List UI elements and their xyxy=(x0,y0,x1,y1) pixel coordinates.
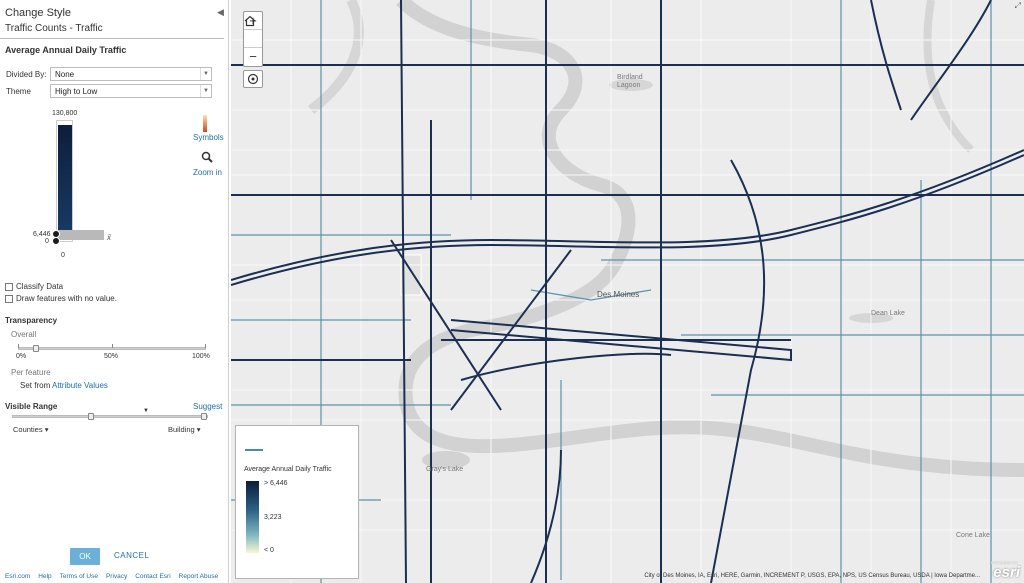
visible-range-min-select[interactable]: Counties ▾ xyxy=(13,425,48,434)
footer-links: Esri.com Help Terms of Use Privacy Contact E… xyxy=(5,573,226,580)
slider-tick xyxy=(18,344,19,348)
map-attribution: City of Des Moines, IA, Esri, HERE, Garm… xyxy=(644,573,980,579)
home-button[interactable] xyxy=(244,15,262,48)
map-label-birdland-lagoon: Birdland Lagoon xyxy=(617,74,643,89)
magnifier-icon[interactable] xyxy=(201,151,213,163)
map-label-cone-lake: Cone Lake xyxy=(956,532,990,539)
change-style-panel: Change Style Traffic Counts - Traffic ◀ … xyxy=(0,0,229,583)
classify-checkbox[interactable] xyxy=(5,282,13,291)
no-value-label: Draw features with no value. xyxy=(16,294,117,303)
footer-link-privacy[interactable]: Privacy xyxy=(106,573,127,580)
theme-select[interactable]: High to Low ▼ xyxy=(50,84,212,98)
per-feature-label: Per feature xyxy=(11,368,51,377)
visible-range-min-handle[interactable] xyxy=(88,413,94,420)
map-label-des-moines: Des Moines xyxy=(597,290,640,299)
histogram-bottom-label: 0 xyxy=(61,252,65,259)
histogram-color-ramp xyxy=(58,125,72,234)
tick-100: 100% xyxy=(192,353,210,360)
legend-line-symbol xyxy=(245,449,263,451)
footer-link-contact[interactable]: Contact Esri xyxy=(135,573,170,580)
no-value-option[interactable]: Draw features with no value. xyxy=(5,294,117,303)
set-from-row: Set from Attribute Values xyxy=(20,381,108,390)
chevron-down-icon: ▼ xyxy=(200,68,211,80)
overall-label: Overall xyxy=(11,330,37,339)
current-scale-marker-icon: ▼ xyxy=(143,408,149,414)
footer-link-report[interactable]: Report Abuse xyxy=(179,573,218,580)
symbol-ramp-swatch[interactable] xyxy=(203,115,207,132)
tick-50: 50% xyxy=(104,353,119,360)
zoom-in-link[interactable]: Zoom in xyxy=(193,168,222,177)
ok-button[interactable]: OK xyxy=(70,548,100,565)
suggest-link[interactable]: Suggest xyxy=(193,402,222,411)
symbols-link[interactable]: Symbols xyxy=(193,133,224,142)
zoom-out-button[interactable]: − xyxy=(244,48,262,66)
map-legend: Average Annual Daily Traffic > 6,446 3,2… xyxy=(235,425,359,579)
histogram-lower-handle[interactable] xyxy=(52,237,60,245)
map-view[interactable]: Birdland Lagoon Des Moines Dean Lake Gra… xyxy=(231,0,1024,583)
locate-icon xyxy=(247,73,259,85)
legend-mid-value: 3,223 xyxy=(264,514,282,521)
histogram-average-bar xyxy=(56,230,104,240)
footer-link-esri[interactable]: Esri.com xyxy=(5,573,30,580)
river xyxy=(307,0,364,114)
map-label-grays-lake: Gray's Lake xyxy=(426,466,464,473)
slider-tick xyxy=(112,344,113,348)
zoom-control: + − xyxy=(243,11,263,67)
slider-tick xyxy=(205,344,206,348)
chevron-down-icon: ▾ xyxy=(196,425,201,434)
footer-link-help[interactable]: Help xyxy=(38,573,51,580)
visible-range-max-handle[interactable] xyxy=(201,413,207,420)
classify-data-option[interactable]: Classify Data xyxy=(5,282,63,291)
histogram-handle-label: 6,446 xyxy=(33,231,51,238)
divider xyxy=(0,38,224,39)
classify-label: Classify Data xyxy=(16,282,64,291)
no-value-checkbox[interactable] xyxy=(5,294,13,303)
expand-icon[interactable]: ⤢ xyxy=(1015,1,1021,11)
legend-low-value: < 0 xyxy=(264,547,274,554)
esri-logo[interactable]: esri xyxy=(993,564,1020,581)
tick-0: 0% xyxy=(16,353,27,360)
legend-high-value: > 6,446 xyxy=(264,480,288,487)
divided-by-label: Divided By: xyxy=(6,70,47,79)
visible-range-slider-track[interactable] xyxy=(12,415,208,418)
visible-range-max-select[interactable]: Building ▾ xyxy=(168,425,201,434)
legend-title: Average Annual Daily Traffic xyxy=(244,466,332,473)
chevron-left-icon[interactable]: ◀ xyxy=(217,7,224,18)
chevron-down-icon: ▼ xyxy=(200,85,211,97)
attribute-values-link[interactable]: Attribute Values xyxy=(52,381,108,390)
histogram-min-label: 0 xyxy=(45,238,49,245)
river xyxy=(923,0,974,153)
locate-button[interactable] xyxy=(243,70,263,88)
layer-name: Traffic Counts - Traffic xyxy=(5,23,103,34)
legend-color-ramp xyxy=(246,481,259,553)
histogram-max-label: 130,800 xyxy=(52,110,78,117)
min-scale-value: Counties xyxy=(13,425,43,434)
max-scale-value: Building xyxy=(168,425,195,434)
map-label-dean-lake: Dean Lake xyxy=(871,310,905,317)
transparency-title: Transparency xyxy=(5,316,58,325)
panel-title: Change Style xyxy=(5,7,72,19)
attribute-title: Average Annual Daily Traffic xyxy=(5,45,127,55)
average-symbol: x̄ xyxy=(107,233,111,242)
divided-by-select[interactable]: None ▼ xyxy=(50,67,212,81)
theme-value: High to Low xyxy=(55,87,98,96)
home-icon xyxy=(244,15,256,27)
theme-label: Theme xyxy=(6,87,31,96)
cancel-button[interactable]: CANCEL xyxy=(114,551,149,560)
divided-by-value: None xyxy=(55,70,75,79)
visible-range-title: Visible Range xyxy=(5,402,58,411)
set-from-prefix: Set from xyxy=(20,381,51,390)
transparency-slider-handle[interactable] xyxy=(33,345,39,352)
chevron-down-icon: ▾ xyxy=(44,425,49,434)
footer-link-terms[interactable]: Terms of Use xyxy=(60,573,98,580)
